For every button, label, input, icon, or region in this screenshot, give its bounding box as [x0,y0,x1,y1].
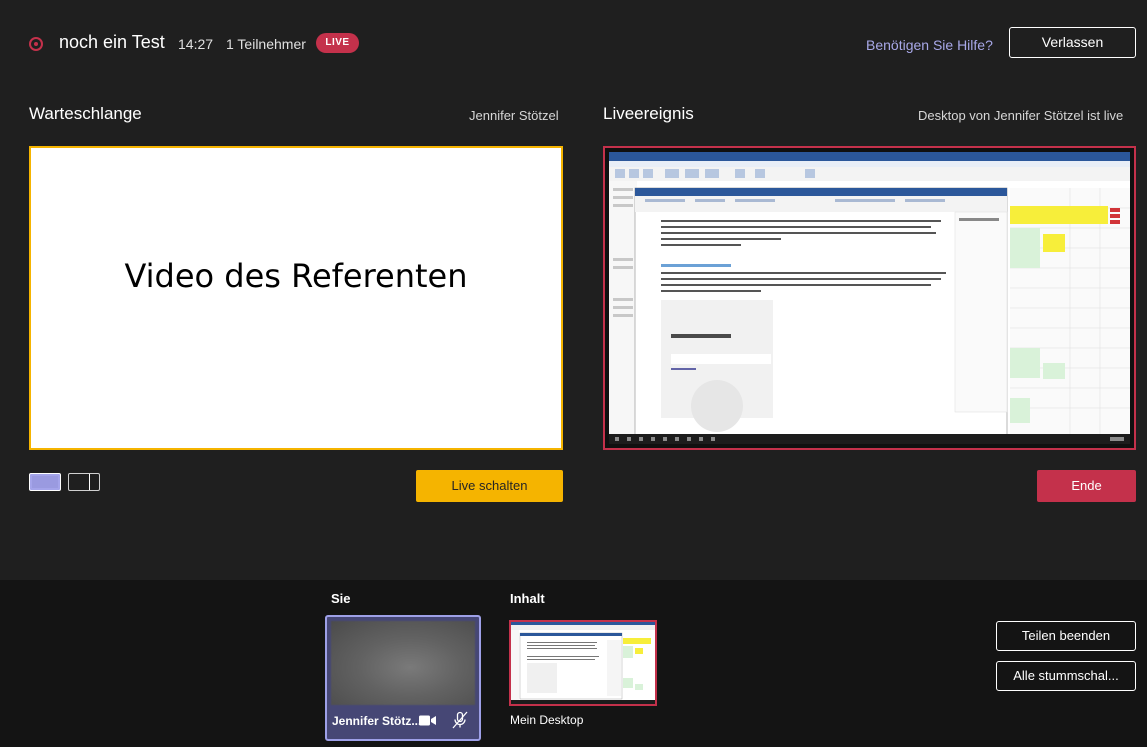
meeting-header: noch ein Test 14:27 1 Teilnehmer LIVE Be… [0,0,1147,88]
participant-count: 1 Teilnehmer [226,36,306,52]
live-badge: LIVE [316,33,359,53]
meeting-title: noch ein Test [59,32,165,52]
live-event-preview [603,146,1136,450]
content-name: Mein Desktop [510,713,584,727]
layout-single-button[interactable] [29,473,61,491]
layout-split-button[interactable] [68,473,100,491]
mute-all-button[interactable]: Alle stummschal... [996,661,1136,691]
user-video-preview [331,621,475,705]
queue-presenter: Jennifer Stötzel [469,108,559,123]
you-label: Sie [331,591,351,606]
end-button[interactable]: Ende [1037,470,1136,502]
queue-title: Warteschlange [29,104,142,123]
user-name: Jennifer Stötz... [332,714,422,728]
camera-icon[interactable] [419,714,437,727]
go-live-button[interactable]: Live schalten [416,470,563,502]
content-label: Inhalt [510,591,545,606]
queue-preview-text: Video des Referenten [124,257,468,295]
content-tile[interactable] [509,620,657,706]
desktop-content-thumbnail [511,622,655,704]
live-event-title: Liveereignis [603,104,694,123]
queue-preview[interactable]: Video des Referenten [29,146,563,450]
live-event-status: Desktop von Jennifer Stötzel ist live [918,108,1124,123]
user-tile[interactable]: Jennifer Stötz... [325,615,481,741]
recording-icon [29,37,43,51]
stop-sharing-button[interactable]: Teilen beenden [996,621,1136,651]
mic-muted-icon[interactable] [451,711,469,729]
leave-button[interactable]: Verlassen [1009,27,1136,58]
help-link[interactable]: Benötigen Sie Hilfe? [866,37,993,53]
meeting-timer: 14:27 [178,36,214,52]
desktop-screenshot-thumbnail [609,152,1130,444]
